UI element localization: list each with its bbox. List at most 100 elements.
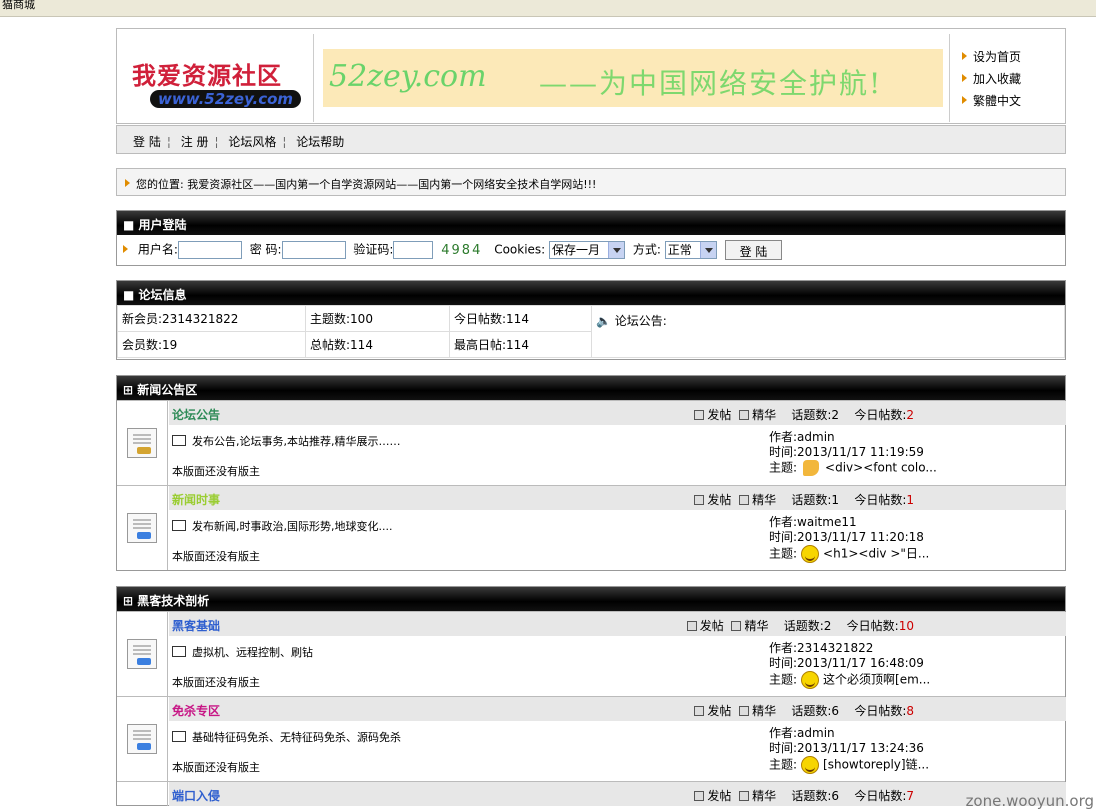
elite-link[interactable]: 精华	[739, 704, 776, 718]
last-post-subject[interactable]: <div><font colo...	[825, 461, 937, 475]
last-post-subject-row: 主题: 这个必须顶啊[em...	[769, 671, 930, 689]
topic-count: 话题数:6	[791, 704, 840, 718]
top-nav: 登 陆 ¦ 注 册 ¦ 论坛风格 ¦ 论坛帮助	[116, 125, 1066, 154]
elite-icon	[739, 495, 750, 505]
section-header[interactable]: ⊞ 新闻公告区	[117, 376, 1065, 400]
board-row: 论坛公告 发帖 精华 话题数:2 今日帖数:2 发布公告,论坛事务,本站推荐,精华展…	[117, 400, 1066, 485]
login-form: 用户名: 密 码: 验证码: 4984 Cookies: 保存一月 方式: 正常…	[117, 235, 1065, 265]
new-post-link[interactable]: 发帖	[694, 408, 731, 422]
last-post-subject[interactable]: 这个必须顶啊[em...	[823, 673, 930, 687]
last-post-subject[interactable]: [showtoreply]链...	[823, 758, 929, 772]
board-icon-cell	[117, 401, 168, 485]
breadcrumb-path[interactable]: 我爱资源社区——国内第一个自学资源网站——国内第一个网络安全技术自学网站!!!	[187, 178, 596, 191]
arrow-icon	[962, 96, 967, 104]
book-icon	[172, 520, 186, 531]
site-header: 我爱资源社区 www.52zey.com 52zey.com ——为中国网络安全…	[116, 28, 1066, 124]
board-icon-cell	[117, 612, 168, 696]
arrow-icon	[123, 244, 128, 253]
last-post-author[interactable]: 作者:admin	[769, 726, 929, 741]
chevron-down-icon	[699, 242, 716, 258]
forum-section: ⊞ 新闻公告区 论坛公告 发帖 精华 话题数:2 今日帖数:2 发布公告,论坛事务,本…	[116, 375, 1066, 571]
board-title-bar: 黑客基础 发帖 精华 话题数:2 今日帖数:10	[169, 612, 1066, 636]
book-icon	[172, 646, 186, 657]
new-post-link[interactable]: 发帖	[694, 789, 731, 803]
last-post-subject-row: 主题: [showtoreply]链...	[769, 756, 929, 774]
cookies-label: Cookies:	[494, 242, 546, 257]
traditional-chinese-link[interactable]: 繁體中文	[962, 92, 1065, 114]
forum-info-table: 新会员:2314321822 主题数:100 今日帖数:114 🔈 论坛公告: …	[117, 305, 1065, 358]
pencil-icon	[694, 410, 705, 420]
window-title-strip: 猫商城	[0, 0, 1096, 17]
board-title-bar: 新闻时事 发帖 精华 话题数:1 今日帖数:1	[169, 486, 1066, 510]
board-name[interactable]: 免杀专区	[172, 704, 220, 718]
password-input[interactable]	[281, 241, 346, 259]
speaker-icon: 🔈	[596, 314, 611, 328]
today-count: 7	[906, 789, 914, 803]
today-count-label: 今日帖数:	[854, 493, 907, 507]
board-description: 虚拟机、远程控制、刷钻	[172, 644, 313, 660]
watermark: zone.wooyun.org	[965, 792, 1094, 810]
today-posts-cell: 今日帖数:114	[449, 305, 592, 332]
last-post-author[interactable]: 作者:waitme11	[769, 515, 929, 530]
elite-link[interactable]: 精华	[739, 493, 776, 507]
last-post-subject-row: 主题: <h1><div >"日...	[769, 545, 929, 563]
board-moderator: 本版面还没有版主	[172, 676, 260, 689]
today-count-label: 今日帖数:	[854, 704, 907, 718]
board-title-bar: 论坛公告 发帖 精华 话题数:2 今日帖数:2	[169, 401, 1066, 425]
elite-icon	[739, 410, 750, 420]
forum-info-panel: ■ 论坛信息 新会员:2314321822 主题数:100 今日帖数:114 🔈…	[116, 280, 1066, 360]
board-title-bar: 免杀专区 发帖 精华 话题数:6 今日帖数:8	[169, 697, 1066, 721]
today-count-label: 今日帖数:	[854, 408, 907, 422]
site-logo[interactable]: 我爱资源社区 www.52zey.com	[118, 34, 314, 122]
arrow-icon	[962, 74, 967, 82]
forum-info-header: ■ 论坛信息	[117, 281, 1065, 305]
username-input[interactable]	[177, 241, 242, 259]
today-count: 2	[906, 408, 914, 422]
chevron-down-icon	[608, 242, 625, 258]
section-header[interactable]: ⊞ 黑客技术剖析	[117, 587, 1065, 611]
last-post-time: 时间:2013/11/17 13:24:36	[769, 741, 924, 755]
last-post-time: 时间:2013/11/17 16:48:09	[769, 656, 924, 670]
board-description: 发布新闻,时事政治,国际形势,地球变化....	[172, 518, 392, 534]
new-post-link[interactable]: 发帖	[694, 704, 731, 718]
last-post: 作者:waitme11 时间:2013/11/17 11:20:18 主题: <h1>…	[769, 515, 929, 563]
total-posts-cell: 总帖数:114	[305, 331, 450, 358]
last-post: 作者:admin 时间:2013/11/17 11:19:59 主题: <div><f…	[769, 430, 937, 476]
last-post-author[interactable]: 作者:admin	[769, 430, 937, 445]
last-post-subject[interactable]: <h1><div >"日...	[823, 547, 929, 561]
board-name[interactable]: 新闻时事	[172, 493, 220, 507]
board-row: 端口入侵 发帖 精华 话题数:6 今日帖数:7	[117, 781, 1066, 806]
topics-cell: 主题数:100	[305, 305, 450, 332]
new-post-link[interactable]: 发帖	[686, 619, 724, 633]
elite-icon	[739, 791, 750, 801]
nav-register[interactable]: 注 册	[181, 135, 209, 149]
board-row: 黑客基础 发帖 精华 话题数:2 今日帖数:10 虚拟机、远程控制、刷钻 本版面还没有…	[117, 611, 1066, 696]
elite-link[interactable]: 精华	[739, 789, 776, 803]
nav-forum-style[interactable]: 论坛风格	[228, 135, 276, 149]
board-stats: 发帖 精华 话题数:2 今日帖数:2	[694, 406, 914, 423]
elite-link[interactable]: 精华	[731, 619, 768, 633]
book-icon	[172, 435, 186, 446]
last-post-author[interactable]: 作者:2314321822	[769, 641, 930, 656]
smiley-icon	[801, 545, 820, 563]
board-moderator: 本版面还没有版主	[172, 761, 260, 774]
mode-select[interactable]: 正常	[664, 241, 717, 259]
topic-count: 话题数:1	[791, 493, 840, 507]
board-name[interactable]: 端口入侵	[172, 789, 220, 803]
set-homepage-link[interactable]: 设为首页	[962, 48, 1065, 70]
board-name[interactable]: 论坛公告	[172, 408, 220, 422]
nav-login[interactable]: 登 陆	[133, 135, 161, 149]
add-favorite-link[interactable]: 加入收藏	[962, 70, 1065, 92]
today-count: 8	[906, 704, 914, 718]
board-name[interactable]: 黑客基础	[172, 619, 220, 633]
new-post-link[interactable]: 发帖	[694, 493, 731, 507]
new-member-cell[interactable]: 新会员:2314321822	[117, 305, 306, 332]
cookies-select[interactable]: 保存一月	[549, 241, 626, 259]
book-icon	[172, 731, 186, 742]
elite-link[interactable]: 精华	[739, 408, 776, 422]
header-side-links: 设为首页 加入收藏 繁體中文	[949, 34, 1065, 122]
captcha-input[interactable]	[393, 241, 434, 259]
login-button[interactable]: 登 陆	[724, 240, 783, 260]
site-banner[interactable]: 52zey.com ——为中国网络安全护航!	[323, 49, 943, 107]
nav-forum-help[interactable]: 论坛帮助	[296, 135, 344, 149]
